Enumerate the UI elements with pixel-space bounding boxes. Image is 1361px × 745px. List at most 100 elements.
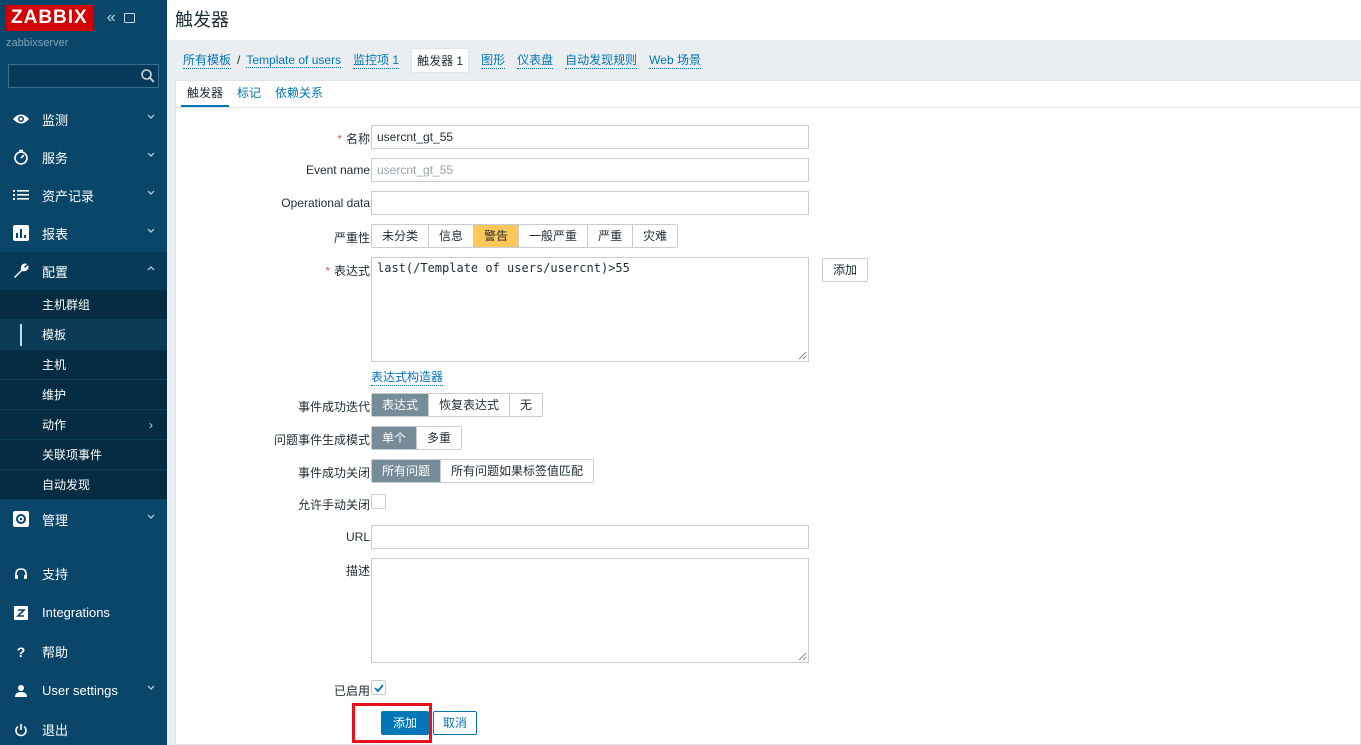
severity-not-classified[interactable]: 未分类	[372, 225, 430, 247]
search-icon[interactable]	[140, 68, 156, 84]
nav-label: 管理	[42, 512, 69, 528]
nav-monitoring[interactable]: 监测	[0, 100, 167, 138]
event-name-input[interactable]: usercnt_gt_55	[371, 158, 809, 182]
enabled-checkbox[interactable]	[371, 680, 386, 695]
expression-builder-link[interactable]: 表达式构造器	[371, 368, 444, 386]
operational-data-input[interactable]	[371, 191, 809, 215]
nav-services[interactable]: 服务	[0, 138, 167, 176]
resize-handle-icon[interactable]	[798, 652, 807, 661]
breadcrumb-triggers[interactable]: 触发器 1	[411, 47, 470, 73]
main-content: 触发器 所有模板 / Template of users 监控项 1 触发器 1…	[167, 0, 1361, 745]
severity-average[interactable]: 一般严重	[519, 225, 589, 247]
tab-trigger[interactable]: 触发器	[181, 84, 230, 107]
severity-high[interactable]: 严重	[588, 225, 634, 247]
nav-help[interactable]: ? 帮助	[0, 632, 167, 671]
breadcrumb: 所有模板 / Template of users 监控项 1 触发器 1 图形 …	[167, 40, 1361, 80]
breadcrumb-items[interactable]: 监控项 1	[353, 51, 400, 69]
main-nav: 监测 服务 资产记录 报表 配置 主机群组 模板 主机 维护 动作 › 关联项事…	[0, 100, 167, 538]
nav-label: User settings	[42, 683, 118, 698]
required-asterisk: *	[325, 264, 330, 278]
ok-close-all-problems[interactable]: 所有问题	[372, 460, 442, 482]
ok-event-none[interactable]: 无	[510, 394, 543, 416]
breadcrumb-all-templates[interactable]: 所有模板	[183, 51, 232, 69]
nav-label: 支持	[42, 567, 69, 582]
nav-integrations[interactable]: Integrations	[0, 593, 167, 632]
sub-item-discovery[interactable]: 自动发现	[0, 470, 167, 500]
sidebar: ZABBIX « zabbixserver 监测 服务 资产记录 报表 配置 主…	[0, 0, 167, 745]
name-label: * 名称	[337, 130, 370, 147]
ok-event-expression[interactable]: 表达式	[372, 394, 430, 416]
chevron-down-icon	[147, 514, 155, 519]
zabbix-z-icon	[12, 604, 30, 622]
chevron-down-icon	[147, 228, 155, 233]
event-name-label: Event name	[305, 163, 370, 177]
nav-label: 退出	[42, 723, 69, 738]
add-button[interactable]: 添加	[381, 711, 430, 735]
kiosk-mode-icon[interactable]	[123, 13, 135, 23]
nav-support[interactable]: 支持	[0, 554, 167, 593]
name-input[interactable]: usercnt_gt_55	[371, 125, 809, 149]
expression-label: * 表达式	[325, 262, 370, 279]
severity-information[interactable]: 信息	[429, 225, 475, 247]
question-icon: ?	[16, 643, 26, 660]
nav-user-settings[interactable]: User settings	[0, 671, 167, 710]
ok-close-selector: 所有问题 所有问题如果标签值匹配	[371, 459, 595, 483]
breadcrumb-graphs[interactable]: 图形	[481, 51, 506, 69]
ok-event-recovery-expression[interactable]: 恢复表达式	[429, 394, 511, 416]
cancel-button[interactable]: 取消	[433, 711, 478, 735]
page-title: 触发器	[167, 0, 1361, 40]
severity-warning[interactable]: 警告	[474, 225, 520, 247]
url-input[interactable]	[371, 525, 809, 549]
expression-textarea[interactable]: last(/Template of users/usercnt)>55	[371, 257, 809, 362]
breadcrumb-template[interactable]: Template of users	[246, 53, 342, 68]
description-label: 描述	[345, 564, 370, 578]
chevron-down-icon	[147, 152, 155, 157]
nav-label: Integrations	[42, 605, 110, 620]
severity-label: 严重性	[333, 231, 370, 245]
list-icon	[12, 186, 30, 204]
nav-administration[interactable]: 管理	[0, 500, 167, 538]
problem-mode-selector: 单个 多重	[371, 426, 463, 450]
chevron-down-icon	[147, 190, 155, 195]
ok-event-label: 事件成功迭代	[297, 400, 370, 414]
breadcrumb-web-scenarios[interactable]: Web 场景	[649, 51, 701, 69]
configuration-submenu: 主机群组 模板 主机 维护 动作 › 关联项事件 自动发现	[0, 290, 167, 500]
sub-item-templates[interactable]: 模板	[0, 320, 167, 350]
breadcrumb-dashboards[interactable]: 仪表盘	[517, 51, 554, 69]
nav-label: 配置	[42, 264, 69, 280]
problem-mode-multiple[interactable]: 多重	[417, 427, 462, 449]
zabbix-logo[interactable]: ZABBIX	[6, 5, 93, 31]
nav-configuration[interactable]: 配置	[0, 252, 167, 290]
nav-sign-out[interactable]: 退出	[0, 710, 167, 745]
tab-tags[interactable]: 标记	[231, 84, 267, 107]
collapse-sidebar-icon[interactable]: «	[107, 9, 116, 27]
nav-inventory[interactable]: 资产记录	[0, 176, 167, 214]
form-tabs: 触发器 标记 依赖关系	[176, 81, 1360, 108]
tab-dependencies[interactable]: 依赖关系	[269, 84, 329, 107]
chevron-right-icon: ›	[149, 418, 153, 432]
ok-close-label: 事件成功关闭	[297, 466, 370, 480]
sub-item-actions[interactable]: 动作 ›	[0, 410, 167, 440]
expression-text: last(/Template of users/usercnt)>55	[377, 261, 630, 275]
wrench-icon	[12, 262, 30, 280]
nav-label: 监测	[42, 112, 69, 128]
resize-handle-icon[interactable]	[798, 351, 807, 360]
search-input[interactable]	[8, 64, 159, 88]
trigger-form: 触发器 标记 依赖关系 * 名称 usercnt_gt_55 Event name…	[175, 80, 1361, 745]
severity-disaster[interactable]: 灾难	[633, 225, 678, 247]
sub-item-event-correlation[interactable]: 关联项事件	[0, 440, 167, 470]
sub-item-hosts[interactable]: 主机	[0, 350, 167, 380]
ok-close-tag-match[interactable]: 所有问题如果标签值匹配	[441, 460, 594, 482]
problem-mode-single[interactable]: 单个	[372, 427, 418, 449]
manual-close-checkbox[interactable]	[371, 494, 386, 509]
description-textarea[interactable]	[371, 558, 809, 663]
nav-reports[interactable]: 报表	[0, 214, 167, 252]
breadcrumb-discovery-rules[interactable]: 自动发现规则	[565, 51, 638, 69]
expression-add-button[interactable]: 添加	[822, 258, 869, 282]
sub-item-maintenance[interactable]: 维护	[0, 380, 167, 410]
problem-mode-label: 问题事件生成模式	[273, 433, 370, 447]
severity-selector: 未分类 信息 警告 一般严重 严重 灾难	[371, 224, 679, 248]
brand: ZABBIX «	[0, 0, 167, 36]
sub-item-host-groups[interactable]: 主机群组	[0, 290, 167, 320]
power-icon	[12, 721, 30, 739]
